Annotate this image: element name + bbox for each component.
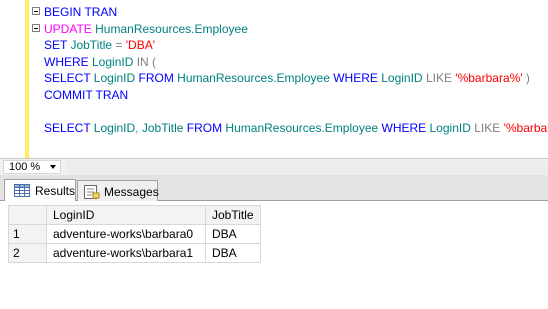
sql-editor[interactable]: BEGIN TRAN UPDATE HumanResources.Employee… [0, 0, 548, 158]
cell-jobtitle[interactable]: DBA [205, 224, 261, 244]
code-token: SET [44, 38, 68, 52]
zoom-dropdown[interactable]: 100 % [3, 160, 61, 174]
code-token: LoginID [90, 120, 136, 135]
column-header-jobtitle[interactable]: JobTitle [205, 205, 261, 225]
code-line[interactable]: UPDATE HumanResources.Employee [0, 21, 548, 38]
tab-results-label: Results [35, 184, 76, 198]
results-grid-area: LoginID JobTitle 1 adventure-works\barba… [0, 201, 548, 309]
row-number[interactable]: 1 [8, 224, 47, 244]
code-text: SELECT LoginID FROM HumanResources.Emplo… [44, 70, 530, 87]
code-token: WHERE [381, 120, 427, 135]
code-token: LIKE [425, 71, 452, 85]
results-tab-strip: Results Messages [0, 175, 548, 201]
row-number-header[interactable] [8, 205, 47, 225]
code-token: LIKE [474, 120, 501, 135]
code-token: COMMIT TRAN [44, 87, 129, 102]
chevron-down-icon[interactable] [50, 165, 56, 169]
tab-results[interactable]: Results [4, 179, 76, 201]
code-token: FROM [138, 71, 174, 85]
cell-loginid[interactable]: adventure-works\barbara0 [46, 224, 206, 244]
cell-loginid[interactable]: adventure-works\barbara1 [46, 243, 206, 263]
code-token: '%barbara%' [455, 71, 523, 85]
code-token: HumanResources.Employee [91, 21, 248, 36]
row-number[interactable]: 2 [8, 243, 47, 263]
cell-jobtitle[interactable]: DBA [205, 243, 261, 263]
code-token: BEGIN TRAN [44, 5, 118, 19]
code-text: SELECT LoginID, JobTitle FROM HumanResou… [44, 120, 548, 137]
collapse-region-icon[interactable] [32, 23, 40, 32]
grid-header-row: LoginID JobTitle [8, 205, 261, 225]
zoom-bar: 100 % [0, 158, 548, 175]
code-line[interactable]: SELECT LoginID FROM HumanResources.Emplo… [0, 70, 548, 87]
code-token: WHERE [44, 54, 89, 69]
code-token: ( [148, 54, 157, 69]
collapse-region-icon[interactable] [32, 7, 40, 15]
code-line[interactable]: BEGIN TRAN [0, 4, 548, 21]
code-token: LoginID [88, 54, 137, 69]
code-token: IN [136, 54, 149, 69]
code-text: UPDATE HumanResources.Employee [44, 21, 248, 38]
results-grid[interactable]: LoginID JobTitle 1 adventure-works\barba… [8, 205, 261, 263]
code-text: BEGIN TRAN [44, 4, 117, 21]
tab-messages-label: Messages [104, 185, 159, 199]
table-row[interactable]: 1 adventure-works\barbara0 DBA [8, 224, 261, 244]
column-header-loginid[interactable]: LoginID [46, 205, 206, 225]
code-token: JobTitle [138, 120, 187, 135]
table-row[interactable]: 2 adventure-works\barbara1 DBA [8, 243, 261, 263]
code-text: WHERE LoginID IN ( [44, 54, 156, 71]
code-token: FROM [186, 120, 223, 135]
code-line[interactable]: SELECT LoginID, JobTitle FROM HumanResou… [0, 120, 548, 137]
code-line[interactable]: SET JobTitle = 'DBA' [0, 37, 548, 54]
code-token: LoginID [90, 71, 139, 85]
code-token: LoginID [377, 71, 426, 85]
code-token: HumanResources.Employee [173, 71, 334, 85]
tab-messages[interactable]: Messages [77, 180, 159, 202]
code-lines[interactable]: BEGIN TRAN UPDATE HumanResources.Employee… [0, 4, 548, 136]
code-text: COMMIT TRAN [44, 87, 128, 104]
code-line[interactable] [0, 103, 548, 120]
code-token: SELECT [44, 71, 91, 85]
code-token: ) [522, 71, 530, 85]
code-text: SET JobTitle = 'DBA' [44, 37, 155, 54]
horizontal-scrollbar[interactable] [66, 161, 548, 174]
code-token: '%barbara%' [503, 120, 548, 135]
code-token: 'DBA' [125, 38, 155, 52]
code-line[interactable]: COMMIT TRAN [0, 87, 548, 104]
code-token: UPDATE [44, 21, 92, 36]
code-token: WHERE [333, 71, 378, 85]
code-line[interactable]: WHERE LoginID IN ( [0, 54, 548, 71]
code-token: JobTitle [67, 38, 116, 52]
code-token: SELECT [44, 120, 91, 135]
grid-icon [14, 184, 30, 200]
code-token: HumanResources.Employee [222, 120, 382, 135]
messages-icon [84, 185, 100, 202]
code-token: LoginID [426, 120, 475, 135]
zoom-value: 100 % [9, 161, 41, 173]
